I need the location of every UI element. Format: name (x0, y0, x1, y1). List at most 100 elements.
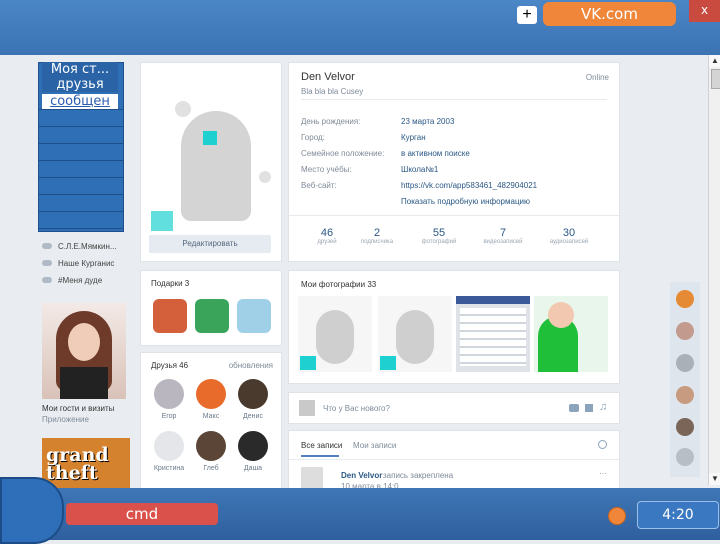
friend-2[interactable]: Макс (191, 379, 231, 420)
photo-1[interactable] (298, 296, 372, 372)
friend-3[interactable]: Денис (233, 379, 273, 420)
stats-divider (289, 215, 619, 216)
messages-link[interactable]: сообщен (42, 94, 118, 109)
post-menu-icon[interactable]: ··· (599, 469, 607, 478)
taskbar-clock[interactable]: 4:20 (637, 501, 719, 529)
left-link-3-label: #Меня дуде (58, 276, 103, 285)
profile-field-website-value[interactable]: https://vk.com/app583461_482904021 (401, 181, 537, 190)
cmd-taskbar-button[interactable]: cmd (66, 503, 218, 525)
scroll-up-arrow[interactable]: ▲ (709, 55, 720, 67)
stat-audios[interactable]: 30 аудиозаписей (539, 227, 599, 245)
photo-4[interactable] (534, 296, 608, 372)
stat-photos-label: фотографий (421, 239, 457, 245)
vertical-scrollbar[interactable]: ▲ ▼ (708, 55, 720, 485)
post-box[interactable]: Что у Вас нового? ♫ (288, 392, 620, 424)
profile-field-birthday-label: День рождения: (301, 117, 361, 126)
edit-button[interactable]: Редактировать (149, 235, 271, 253)
photo-2-figure (396, 310, 434, 364)
wall-card: Все записи Мои записи Den Velvor запись … (288, 430, 620, 491)
wall-tab-underline (301, 455, 339, 457)
close-button[interactable]: x (689, 0, 720, 22)
profile-field-relationship-value[interactable]: в активном поиске (401, 149, 470, 158)
friend-name: Егор (161, 413, 177, 420)
profile-status[interactable]: Bla bla bla Cusey (301, 87, 363, 96)
camera-icon[interactable] (569, 404, 579, 412)
friend-1[interactable]: Егор (149, 379, 189, 420)
stat-videos[interactable]: 7 видеозаписей (473, 227, 533, 245)
photo-3[interactable] (456, 296, 530, 372)
stat-photos-count: 55 (432, 227, 446, 239)
side-menu-title-line2: друзья (56, 77, 104, 92)
friend-6[interactable]: Даша (233, 431, 273, 472)
profile-name: Den Velvor (301, 71, 355, 83)
group-icon (42, 260, 52, 266)
left-link-3[interactable]: #Меня дуде (42, 272, 132, 289)
search-icon[interactable] (598, 440, 607, 449)
promo-photo[interactable] (42, 303, 126, 399)
chat-avatar-6[interactable] (676, 448, 694, 466)
profile-card: Den Velvor Bla bla bla Cusey Online День… (288, 62, 620, 262)
left-link-2[interactable]: Наше Курганис (42, 255, 132, 272)
friend-avatar (154, 431, 184, 461)
promo-caption-1[interactable]: Мои гости и визиты (42, 404, 114, 413)
chat-avatar-4[interactable] (676, 386, 694, 404)
photos-title[interactable]: Мои фотографии 33 (301, 280, 376, 289)
friend-name: Даша (243, 465, 263, 472)
left-link-1[interactable]: С.Л.Е.Мямкин... (42, 238, 132, 255)
tab-my-posts[interactable]: Мои записи (353, 441, 396, 450)
gift-3[interactable] (237, 299, 271, 333)
tab-all-posts[interactable]: Все записи (301, 441, 342, 450)
post-author-name[interactable]: Den Velvor (341, 471, 382, 480)
stat-audios-count: 30 (562, 227, 576, 239)
gift-1[interactable] (153, 299, 187, 333)
online-status: Online (585, 73, 609, 82)
chat-avatar-3[interactable] (676, 354, 694, 372)
gift-2[interactable] (195, 299, 229, 333)
stat-photos[interactable]: 55 фотографий (409, 227, 469, 245)
friends-update-link[interactable]: обновления (229, 361, 273, 370)
gifts-title[interactable]: Подарки 3 (151, 279, 189, 288)
profile-field-city-value[interactable]: Курган (401, 133, 426, 142)
chat-avatar-1[interactable] (676, 290, 694, 308)
friend-avatar (238, 431, 268, 461)
side-menu-title[interactable]: Моя ст... друзья (42, 62, 118, 92)
profile-field-school-value[interactable]: Школа№1 (401, 165, 438, 174)
friend-4[interactable]: Кристина (149, 431, 189, 472)
tray-status-icon[interactable] (608, 507, 626, 525)
post-box-placeholder: Что у Вас нового? (323, 404, 390, 413)
start-button[interactable] (0, 477, 64, 544)
stat-followers-label: подписчика (360, 239, 394, 245)
video-icon[interactable] (585, 404, 593, 412)
photo-2[interactable] (378, 296, 452, 372)
post-box-avatar (299, 400, 315, 416)
post-action: запись закреплена (383, 471, 454, 480)
scroll-down-arrow[interactable]: ▼ (709, 473, 720, 485)
wall-divider (289, 459, 619, 460)
friend-avatar (238, 379, 268, 409)
stat-followers[interactable]: 2 подписчика (347, 227, 407, 245)
avatar-image[interactable] (149, 71, 271, 231)
profile-field-relationship-label: Семейное положение: (301, 149, 385, 158)
game-banner[interactable]: grand theft (42, 438, 130, 488)
friend-name: Кристина (153, 465, 185, 472)
window-title-tab[interactable]: VK.com (543, 2, 676, 26)
friend-5[interactable]: Глеб (191, 431, 231, 472)
promo-photo-face (68, 323, 100, 361)
post-author-avatar[interactable] (301, 467, 323, 489)
scroll-thumb[interactable] (711, 69, 720, 89)
show-more-link[interactable]: Показать подробную информацию (401, 197, 530, 206)
friend-name: Макс (202, 413, 220, 420)
left-link-2-label: Наше Курганис (58, 259, 115, 268)
music-icon[interactable]: ♫ (599, 401, 607, 413)
photo-4-face (548, 302, 574, 328)
stat-videos-count: 7 (499, 227, 507, 239)
group-icon (42, 243, 52, 249)
friend-name: Денис (243, 413, 263, 420)
friends-title[interactable]: Друзья 46 (151, 361, 188, 370)
profile-field-birthday-value[interactable]: 23 марта 2003 (401, 117, 454, 126)
photo-1-accent (300, 356, 316, 370)
left-group-links: С.Л.Е.Мямкин... Наше Курганис #Меня дуде (42, 238, 132, 289)
new-tab-button[interactable]: + (517, 6, 537, 24)
chat-avatar-5[interactable] (676, 418, 694, 436)
chat-avatar-2[interactable] (676, 322, 694, 340)
